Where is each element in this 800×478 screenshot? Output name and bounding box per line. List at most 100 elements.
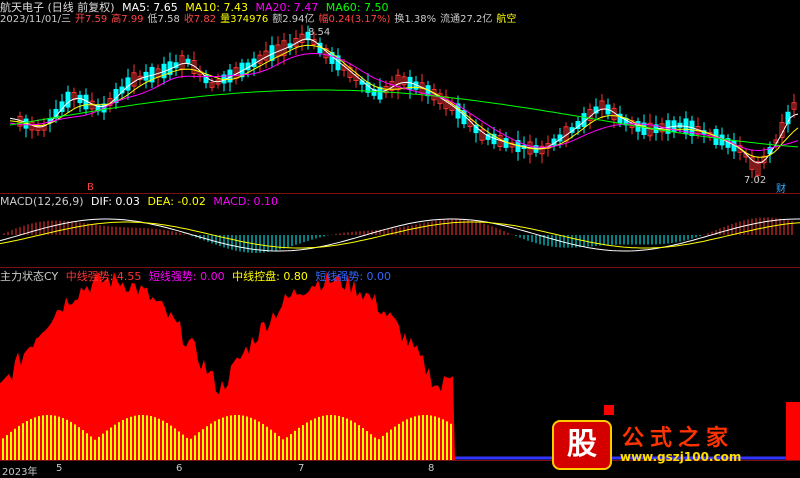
mid-control-bar — [314, 418, 316, 460]
divider — [0, 193, 800, 194]
short-strong2-value: 短线强势: 0.00 — [315, 270, 392, 283]
mid-control-bar — [58, 416, 60, 460]
mid-control-bar — [78, 427, 80, 460]
mid-control-bar — [90, 436, 92, 460]
mid-control-bar — [198, 432, 200, 460]
mid-control-bar — [154, 417, 156, 460]
mid-control-bar — [266, 426, 268, 460]
candle-body — [677, 122, 683, 128]
mid-control-bar — [398, 423, 400, 460]
macd-value: MACD: 0.10 — [213, 195, 279, 208]
high-price-label: 8.54 — [308, 27, 331, 38]
candle-body — [377, 86, 383, 100]
finance-marker[interactable]: 财 — [776, 180, 786, 195]
mid-control-bar — [22, 423, 24, 460]
mid-control-bar — [6, 435, 8, 460]
mid-control-bar — [250, 417, 252, 460]
xaxis-month: 8 — [428, 463, 435, 474]
mid-control-bar — [446, 421, 448, 460]
mid-control-bar — [382, 435, 384, 460]
mid-control-bar — [34, 417, 36, 460]
mid-control-bar — [282, 439, 284, 460]
mid-control-bar — [306, 422, 308, 460]
mid-control-bar — [358, 425, 360, 460]
mid-control-bar — [178, 431, 180, 460]
mid-control-bar — [222, 417, 224, 460]
mid-control-bar — [310, 420, 312, 460]
mid-control-bar — [246, 416, 248, 460]
mid-control-bar — [334, 415, 336, 460]
mid-control-bar — [414, 416, 416, 460]
mid-control-bar — [206, 426, 208, 460]
mid-control-bar — [354, 422, 356, 460]
mid-control-bar — [126, 418, 128, 460]
logo-icon: 股 — [552, 420, 612, 470]
mid-control-bar — [450, 423, 452, 460]
candle-body — [125, 77, 131, 91]
mid-control-bar — [242, 415, 244, 460]
mid-control-bar — [66, 419, 68, 460]
watermark: 股 公式之家 www.gszj100.com — [552, 420, 792, 470]
mid-control-bar — [394, 426, 396, 460]
candlestick-chart[interactable] — [0, 0, 800, 476]
mid-control-bar — [286, 437, 288, 460]
candle-body — [185, 58, 191, 64]
macd-header: MACD(12,26,9) DIF: 0.03 DEA: -0.02 MACD:… — [0, 195, 282, 208]
mid-control-bar — [374, 437, 376, 460]
mid-control-bar — [62, 418, 64, 460]
mid-control-bar — [366, 431, 368, 460]
mid-control-bar — [318, 416, 320, 460]
mid-control-bar — [390, 429, 392, 460]
dif-value: DIF: 0.03 — [91, 195, 140, 208]
mid-control-bar — [302, 425, 304, 460]
mid-control-bar — [258, 421, 260, 460]
mid-control-bar — [370, 434, 372, 460]
mid-control-bar — [146, 415, 148, 460]
mid-control-bar — [422, 415, 424, 460]
mid-control-bar — [110, 427, 112, 460]
mid-control-bar — [194, 435, 196, 460]
mid-control-bar — [430, 415, 432, 460]
mid-control-bar — [326, 415, 328, 460]
xaxis-month: 5 — [56, 463, 63, 474]
mid-control-bar — [338, 415, 340, 460]
mid-control-bar — [74, 424, 76, 460]
mid-control-bar — [158, 418, 160, 460]
mid-control-bar — [350, 420, 352, 460]
mid-control-bar — [138, 415, 140, 460]
mid-control-bar — [174, 428, 176, 460]
ma20-line — [9, 52, 799, 152]
main-force-header: 主力状态CY 中线强势: 4.55 短线强势: 0.00 中线控盘: 0.80 … — [0, 270, 395, 283]
mid-control-bar — [38, 416, 40, 460]
mid-control-bar — [30, 418, 32, 460]
mid-control-bar — [18, 425, 20, 460]
mid-control-bar — [378, 439, 380, 460]
mid-control-bar — [86, 433, 88, 460]
mid-control-bar — [130, 416, 132, 460]
mid-control-bar — [362, 428, 364, 460]
buy-marker: B — [87, 182, 94, 193]
mid-control-bar — [426, 415, 428, 460]
mid-control-bar — [254, 419, 256, 460]
mid-control-bar — [186, 437, 188, 460]
mid-control-bar — [438, 417, 440, 460]
mid-control-bar — [102, 433, 104, 460]
watermark-text: 公式之家 — [622, 426, 735, 451]
mid-control-bar — [70, 421, 72, 460]
mid-control-bar — [410, 417, 412, 460]
mid-control-bar — [50, 415, 52, 460]
watermark-url: www.gszj100.com — [620, 450, 742, 464]
mid-strong-area — [604, 405, 614, 415]
mid-control-bar — [218, 419, 220, 460]
mid-control-bar — [94, 439, 96, 460]
mid-control-bar — [162, 420, 164, 460]
mid-control-bar — [10, 431, 12, 460]
macd-name[interactable]: MACD(12,26,9) — [0, 195, 84, 208]
mid-control-bar — [26, 420, 28, 460]
mid-control-bar — [54, 415, 56, 460]
ma10-line — [9, 44, 799, 158]
mid-control-bar — [298, 427, 300, 460]
mid-control-bar — [262, 424, 264, 460]
mid-control-bar — [82, 430, 84, 460]
indicator-name[interactable]: 主力状态CY — [0, 270, 58, 283]
